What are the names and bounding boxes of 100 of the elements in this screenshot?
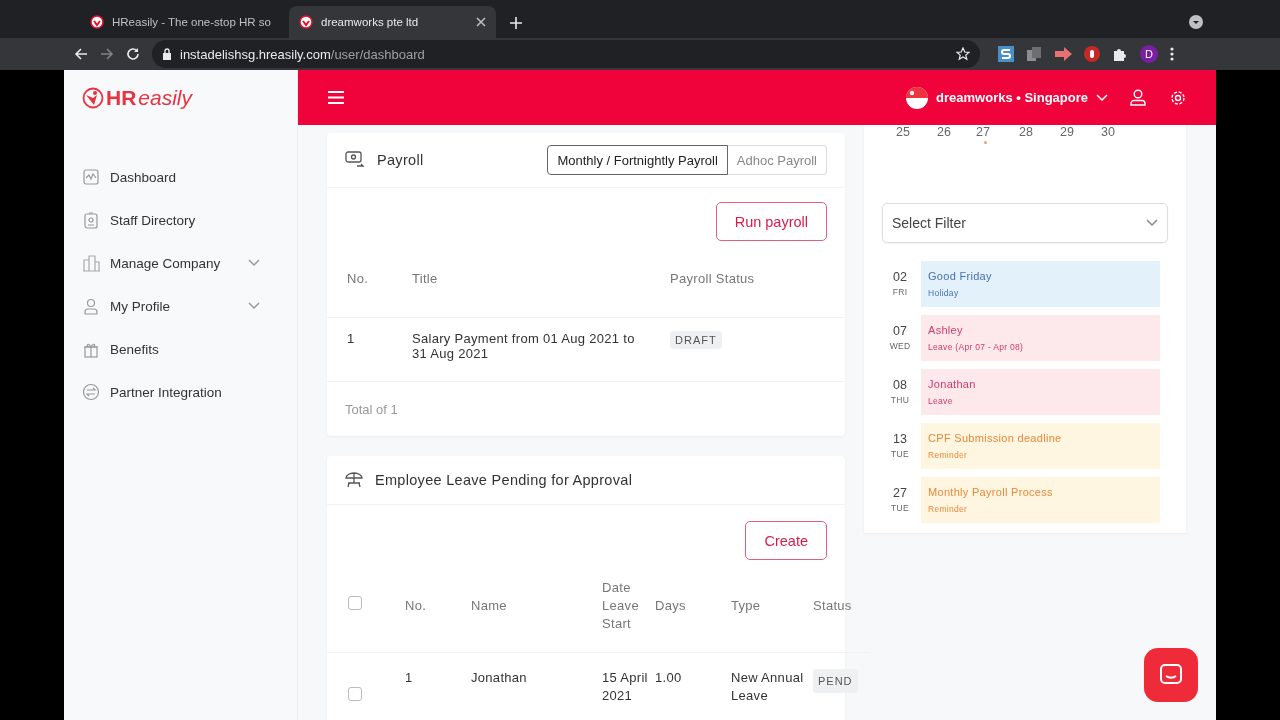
event-card[interactable]: Good Friday Holiday (921, 261, 1160, 307)
segment-tab[interactable]: Adhoc Payroll (727, 145, 827, 175)
url-text: instadelishsg.hreasily.com/user/dashboard (180, 46, 426, 62)
user-icon[interactable] (1130, 89, 1146, 106)
event-type: Reminder (928, 504, 969, 514)
sidebar-item[interactable]: Partner Integration (82, 380, 260, 404)
lock-icon (162, 48, 172, 60)
table-cell: Salary Payment from 01 Aug 2021 to 31 Aug 2021 (412, 330, 635, 361)
reload-icon[interactable] (126, 47, 140, 61)
column-header: Type (731, 597, 761, 613)
column-header: Payroll Status (670, 271, 755, 287)
hand-icon[interactable] (1084, 46, 1100, 62)
profile-avatar[interactable]: D (1140, 45, 1158, 63)
logo-icon (90, 15, 104, 29)
table-cell: 1 (405, 669, 413, 685)
create-button[interactable]: Create (745, 521, 827, 560)
table-cell: Jonathan (471, 669, 527, 685)
beach-umbrella-icon (345, 471, 363, 489)
segment-tab[interactable]: Monthly / Fortnightly Payroll (547, 145, 728, 175)
table-cell: 1 (347, 330, 355, 346)
caret-icon (248, 302, 260, 310)
back-icon[interactable] (74, 47, 88, 61)
calendar-date[interactable]: 29 (1058, 125, 1076, 139)
calendar-date[interactable]: 25 (894, 125, 912, 139)
settings-icon[interactable] (1170, 89, 1186, 106)
column-header: No. (405, 597, 427, 613)
company-switcher[interactable]: dreamworks • Singapore (906, 86, 1108, 109)
caret-icon (248, 259, 260, 267)
run-payroll-button[interactable]: Run payroll (715, 202, 827, 241)
forward-icon[interactable] (100, 47, 114, 61)
event-title: Good Friday (928, 270, 993, 282)
chat-button[interactable] (1144, 648, 1198, 702)
card-title: Payroll (377, 152, 424, 168)
copy-icon[interactable] (1026, 46, 1042, 62)
calendar-date[interactable]: 26 (935, 125, 953, 139)
logo-icon (299, 15, 313, 29)
event-title: Ashley (928, 324, 964, 336)
event-title: Monthly Payroll Process (928, 486, 1054, 498)
table-cell: 15 April 2021 (602, 669, 648, 703)
menu-icon[interactable] (328, 91, 344, 104)
calendar-date[interactable]: 30 (1099, 125, 1117, 139)
event-weekday: TUE (891, 449, 909, 459)
badge-icon (82, 211, 100, 229)
event-day: 27 (893, 486, 907, 500)
event-type: Leave (Apr 07 - Apr 08) (928, 342, 1025, 352)
sidebar-item[interactable]: My Profile (82, 294, 260, 318)
event-type: Reminder (928, 450, 969, 460)
total-count: Total of 1 (345, 401, 398, 417)
event-card[interactable]: Jonathan Leave (921, 369, 1160, 415)
status-badge: DRAFT (670, 330, 722, 349)
event-day: 07 (893, 324, 907, 338)
sidebar-item[interactable]: Dashboard (82, 165, 260, 189)
event-title: CPF Submission deadline (928, 432, 1063, 444)
caret-icon (1146, 219, 1158, 227)
event-day: 13 (893, 432, 907, 446)
event-weekday: FRI (892, 287, 908, 297)
checkbox[interactable] (348, 686, 362, 701)
menu-icon[interactable] (1170, 47, 1174, 61)
sidebar-item[interactable]: Manage Company (82, 251, 260, 275)
column-header: No. (347, 271, 369, 287)
calendar-date[interactable]: 27 (976, 125, 994, 171)
chart-icon (82, 168, 100, 186)
card-title: Employee Leave Pending for Approval (375, 472, 633, 488)
star-icon[interactable] (956, 47, 970, 61)
event-weekday: TUE (891, 503, 909, 513)
browser-tab[interactable]: dreamworks pte ltd (289, 6, 496, 38)
filter-select[interactable]: Select Filter (882, 203, 1168, 243)
table-cell: 1.00 (655, 669, 682, 685)
event-type: Holiday (928, 288, 960, 298)
address-bar[interactable]: instadelishsg.hreasily.com/user/dashboard (152, 40, 980, 68)
sidebar-item[interactable]: Staff Directory (82, 208, 260, 232)
column-header: Days (655, 597, 686, 613)
new-tab-icon[interactable] (510, 17, 522, 29)
column-header: Name (471, 597, 507, 613)
browser-tab[interactable]: HReasily - The one-stop HR so (80, 6, 287, 38)
caret-icon (1096, 93, 1108, 102)
extension-icon[interactable] (998, 46, 1014, 62)
event-day: 02 (893, 270, 907, 284)
close-icon[interactable] (476, 17, 486, 27)
arrow-icon[interactable] (1054, 47, 1072, 61)
puzzle-icon[interactable] (1112, 46, 1128, 62)
table-cell: New Annual Leave (731, 669, 804, 703)
column-header: Date Leave Start (602, 579, 639, 631)
event-weekday: WED (889, 341, 911, 351)
money-icon (345, 151, 365, 169)
event-weekday: THU (890, 395, 910, 405)
event-day: 08 (893, 378, 907, 392)
event-type: Leave (928, 396, 954, 406)
checkbox[interactable] (348, 596, 362, 611)
sidebar-item[interactable]: Benefits (82, 337, 260, 361)
event-title: Jonathan (928, 378, 977, 390)
swap-icon (82, 383, 100, 401)
status-badge: PEND (813, 668, 858, 693)
calendar-date[interactable]: 28 (1017, 125, 1035, 139)
person-icon (82, 297, 100, 315)
logo[interactable]: HReasily (82, 85, 193, 110)
tab-search-icon[interactable] (1188, 14, 1204, 30)
building-icon (82, 254, 100, 272)
event-card[interactable]: Ashley Leave (Apr 07 - Apr 08) (921, 315, 1160, 361)
column-header: Status (813, 597, 852, 613)
